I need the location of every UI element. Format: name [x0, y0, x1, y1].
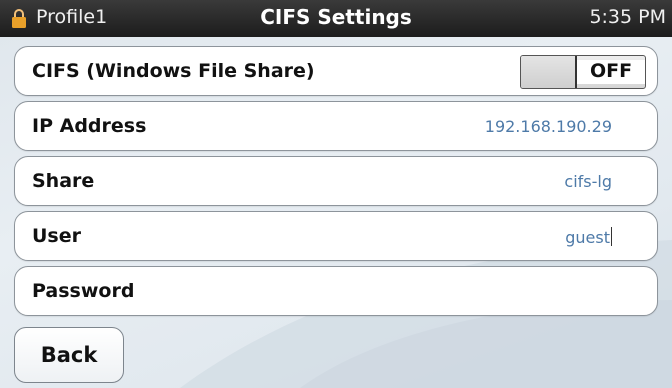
- toggle-knob[interactable]: [521, 56, 575, 88]
- ip-address-row[interactable]: IP Address 192.168.190.29: [14, 101, 658, 151]
- cifs-enable-label: CIFS (Windows File Share): [32, 60, 315, 82]
- clock-time: 5:35 PM: [589, 6, 666, 28]
- share-value: cifs-lg: [564, 172, 612, 191]
- user-row[interactable]: User guest: [14, 211, 658, 261]
- user-value-field[interactable]: guest: [565, 227, 612, 247]
- cifs-toggle-switch[interactable]: OFF: [520, 55, 646, 89]
- ip-address-label: IP Address: [32, 115, 147, 137]
- back-button[interactable]: Back: [14, 327, 124, 383]
- password-row[interactable]: Password: [14, 266, 658, 316]
- toggle-state-label: OFF: [577, 60, 645, 84]
- share-row[interactable]: Share cifs-lg: [14, 156, 658, 206]
- status-bar: Profile1 CIFS Settings 5:35 PM: [0, 0, 672, 37]
- share-label: Share: [32, 170, 95, 192]
- text-cursor: [611, 227, 612, 246]
- cifs-enable-row[interactable]: CIFS (Windows File Share) OFF: [14, 46, 658, 96]
- page-title: CIFS Settings: [260, 5, 412, 29]
- user-label: User: [32, 225, 81, 247]
- ip-address-value: 192.168.190.29: [484, 117, 612, 136]
- user-value: guest: [565, 228, 610, 247]
- password-label: Password: [32, 280, 135, 302]
